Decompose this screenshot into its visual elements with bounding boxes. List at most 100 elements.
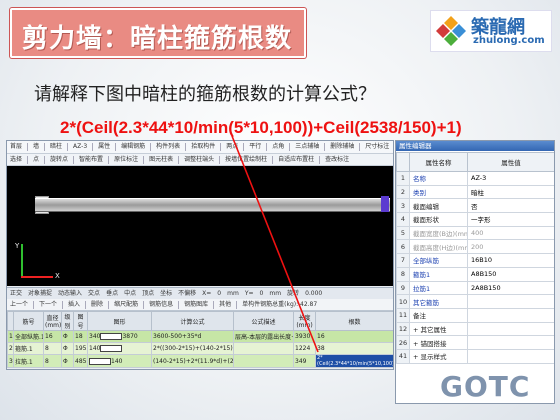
bar-grade[interactable]: Φ [61,342,74,355]
bar-figure-no[interactable]: 485 [73,354,88,368]
property-value[interactable]: AZ-3 [467,171,554,186]
bar-length[interactable]: 349 [293,354,316,368]
status-toggle[interactable]: 交点 [85,288,103,299]
bar-diameter[interactable]: 8 [43,342,62,355]
property-value[interactable]: 2A8B150 [467,280,554,296]
draw-tool-button[interactable]: 选择 [7,154,25,165]
grid-tool-button[interactable]: 缩尺配筋 [111,299,141,310]
property-value[interactable]: 16B10 [467,253,554,268]
property-value[interactable]: 一字形 [467,212,554,227]
bar-count[interactable]: 16 [315,330,393,343]
toolbar-button[interactable]: AZ-3 [70,141,90,153]
property-value[interactable] [467,348,554,364]
drawing-canvas[interactable]: Y X [7,166,393,286]
bar-name[interactable]: 拉筋.1 [13,354,44,368]
property-row[interactable]: 9 拉筋1 2A8B150 [396,280,554,296]
status-toggle[interactable]: 旋转 [284,288,302,299]
property-value[interactable] [467,294,554,309]
status-toggle[interactable]: X= [199,288,214,299]
status-toggle[interactable]: 0.000 [302,288,325,299]
property-row[interactable]: 5 截面宽度(B边)(mm) 400 [396,225,554,241]
bar-diameter[interactable]: 8 [43,354,62,368]
property-row[interactable]: 1 名称 AZ-3 [396,171,554,186]
status-toggle[interactable]: Y= [242,288,257,299]
toolbar-button[interactable]: 构件列表 [153,141,183,153]
status-toggle[interactable]: 坐标 [157,288,175,299]
draw-tool-button[interactable]: 原位标注 [111,154,141,165]
status-toggle[interactable]: 垂点 [103,288,121,299]
toolbar-button[interactable]: 墙 [30,141,42,153]
bar-name[interactable]: 箍筋.1 [13,342,44,355]
grid-tool-button[interactable]: 钢筋图库 [181,299,211,310]
status-toggle[interactable]: 0 [214,288,224,299]
grid-tool-button[interactable]: 其他 [216,299,234,310]
property-value[interactable]: 暗柱 [467,184,554,200]
draw-tool-button[interactable]: 查改标注 [322,154,352,165]
toolbar-button[interactable]: 首层 [7,141,25,153]
property-value[interactable]: 否 [467,198,554,214]
table-row[interactable]: 2箍筋.18Φ1951402*((300-2*15)+(140-2*15))+2… [7,342,393,355]
property-row[interactable]: 2 类别 暗柱 [396,184,554,200]
status-toggle[interactable]: mm [266,288,284,299]
toolbar-button[interactable]: 暗柱 [47,141,65,153]
bar-name[interactable]: 全部纵筋.1 [13,330,44,343]
draw-tool-button[interactable]: 按墙位置绘制柱 [222,154,270,165]
bar-shape[interactable]: 140 [87,342,152,355]
grid-tool-button[interactable]: 删除 [88,299,106,310]
grid-tool-button[interactable]: 上一个 [7,299,31,310]
property-value[interactable]: 400 [467,225,554,241]
property-value[interactable] [467,335,554,350]
status-toggle[interactable]: 顶点 [139,288,157,299]
hidden-column-az3[interactable] [381,196,389,212]
bar-grade[interactable]: Φ [61,330,74,343]
grid-tool-button[interactable]: 钢筋信息 [146,299,176,310]
bar-formula[interactable]: (140-2*15)+2*(11.9*d)+(2*d) [151,354,234,368]
property-row[interactable]: 7 全部纵筋 16B10 [396,253,554,268]
bar-diameter[interactable]: 16 [43,330,62,343]
draw-tool-button[interactable]: 自适应布置柱 [275,154,317,165]
property-value[interactable]: 200 [467,239,554,255]
property-row[interactable]: 10 其它箍筋 [396,294,554,309]
property-row[interactable]: 12 + 其它属性 [396,321,554,337]
table-row[interactable]: 1 全部纵筋.1 16 Φ 18 340 3870 3600-500+35*d 层高-本层的露出… [7,330,393,343]
table-row[interactable]: 3拉筋.18Φ485140(140-2*15)+2*(11.9*d)+(2*d)… [7,354,393,368]
draw-tool-button[interactable]: 调整柱端头 [181,154,217,165]
bar-formula-desc[interactable] [233,354,294,368]
bar-figure-no[interactable]: 195 [73,342,88,355]
toolbar-button[interactable]: 属性 [95,141,113,153]
status-toggle[interactable]: 0 [257,288,267,299]
draw-tool-button[interactable]: 图元柱表 [146,154,176,165]
property-row[interactable]: 26 + 锚固搭接 [396,335,554,350]
property-row[interactable]: 41 + 显示样式 [396,348,554,364]
bar-formula[interactable]: 2*((300-2*15)+(140-2*15))+2*(11.9*d) [151,342,234,355]
bar-formula[interactable]: 3600-500+35*d [151,330,234,343]
toolbar-button[interactable]: 拾取构件 [188,141,218,153]
status-toggle[interactable]: 不偏移 [175,288,199,299]
status-toggle[interactable]: mm [224,288,242,299]
property-row[interactable]: 4 截面形状 一字形 [396,212,554,227]
bar-length[interactable]: 1224 [293,342,316,355]
bar-formula-desc[interactable] [233,342,294,355]
toolbar-button[interactable]: 点角 [269,141,287,153]
bar-figure-no[interactable]: 18 [73,330,88,343]
property-value[interactable] [467,307,554,323]
bar-shape[interactable]: 340 3870 [87,330,152,343]
property-value[interactable] [467,321,554,337]
property-row[interactable]: 6 截面高度(H边)(mm) 200 [396,239,554,255]
property-value[interactable]: A8B150 [467,266,554,282]
toolbar-button[interactable]: 删除辅轴 [327,141,357,153]
shear-wall-element[interactable] [35,198,390,212]
bar-count[interactable]: 2*(Ceil(2.3*44*10/min(5*10,100))+Ceil(25… [315,354,393,368]
status-toggle[interactable]: 正交 [7,288,25,299]
draw-tool-button[interactable]: 点 [30,154,42,165]
draw-tool-button[interactable]: 旋转点 [47,154,71,165]
property-row[interactable]: 11 备注 [396,307,554,323]
toolbar-button[interactable]: 两点 [223,141,241,153]
status-toggle[interactable]: 动态输入 [55,288,85,299]
draw-tool-button[interactable]: 智能布置 [76,154,106,165]
bar-shape[interactable]: 140 [87,354,152,368]
toolbar-button[interactable]: 平行 [246,141,264,153]
bar-formula-desc[interactable]: 层高-本层的露出长度+锚固 [233,330,294,343]
bar-length[interactable]: 3930 [293,330,316,343]
status-toggle[interactable]: 中点 [121,288,139,299]
